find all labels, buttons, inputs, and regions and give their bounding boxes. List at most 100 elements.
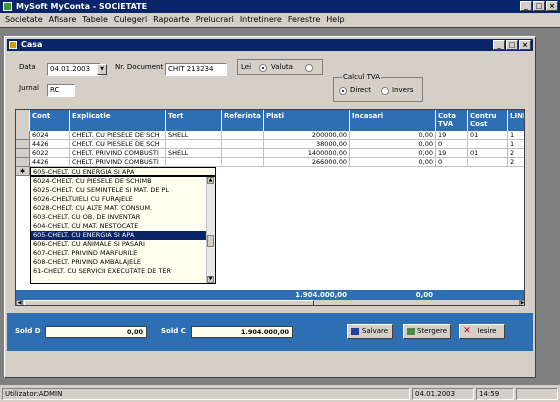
cell-cota-tva[interactable]: 19	[436, 131, 468, 140]
menu-afisare[interactable]: Afisare	[46, 13, 80, 26]
cell-tert[interactable]	[166, 158, 222, 167]
cell-plati[interactable]: 1400000,00	[264, 149, 350, 158]
grid-hscrollbar[interactable]: ◀ ▶	[16, 300, 524, 305]
cell-linie[interactable]: 1	[508, 140, 524, 149]
menu-ferestre[interactable]: Ferestre	[285, 13, 323, 26]
scroll-left-icon[interactable]: ◀	[16, 300, 23, 305]
menu-culegeri[interactable]: Culegeri	[111, 13, 150, 26]
edit-row[interactable]: ✱ 605-CHELT. CU ENERGIA SI APA	[16, 167, 524, 176]
cell-cont[interactable]: 4426	[30, 158, 70, 167]
cell-cont[interactable]: 6022	[30, 149, 70, 158]
cell-referinta[interactable]	[222, 140, 264, 149]
menu-rapoarte[interactable]: Rapoarte	[150, 13, 193, 26]
cell-referinta[interactable]	[222, 131, 264, 140]
iesire-button[interactable]: ✕ Iesire	[459, 324, 505, 339]
cell-incasari[interactable]: 0,00	[350, 158, 436, 167]
cell-incasari[interactable]: 0,00	[350, 140, 436, 149]
cell-explicatie[interactable]: CHELT. PRIVIND COMBUSTI	[70, 149, 166, 158]
dropdown-option[interactable]: 607-CHELT. PRIVIND MARFURILE	[31, 249, 207, 258]
close-button[interactable]: ×	[546, 1, 558, 11]
cell-cota-tva[interactable]: 0	[436, 140, 468, 149]
row-indicator[interactable]	[16, 149, 30, 158]
dropdown-option[interactable]: 61-CHELT. CU SERVICII EXECUTATE DE TER	[31, 267, 207, 276]
header-plati[interactable]: Plati	[264, 110, 350, 131]
minimize-button[interactable]: _	[520, 1, 532, 11]
entries-grid[interactable]: Cont Explicatie Tert Referinta Plati Inc…	[15, 109, 525, 306]
cell-explicatie[interactable]: CHELT. CU PIESELE DE SCH	[70, 131, 166, 140]
cell-centru-cost[interactable]	[468, 158, 508, 167]
cell-centru-cost[interactable]: 01	[468, 131, 508, 140]
cell-incasari[interactable]: 0,00	[350, 131, 436, 140]
salvare-button[interactable]: Salvare	[347, 324, 393, 339]
cell-linie[interactable]: 2	[508, 158, 524, 167]
cont-dropdown-list[interactable]: 6024-CHELT. CU PIESELE DE SCHIMB 6025-CH…	[30, 176, 216, 284]
direct-radio[interactable]	[339, 87, 347, 95]
dropdown-option[interactable]: 6026-CHELTUIELI CU FURAJELE	[31, 195, 207, 204]
cell-tert[interactable]: SHELL	[166, 149, 222, 158]
cell-explicatie[interactable]: CHELT. PRIVIND COMBUSTI	[70, 158, 166, 167]
cell-cota-tva[interactable]: 0	[436, 158, 468, 167]
menu-societate[interactable]: Societate	[2, 13, 46, 26]
scroll-right-icon[interactable]: ▶	[519, 300, 524, 305]
cell-referinta[interactable]	[222, 149, 264, 158]
stergere-button[interactable]: Stergere	[403, 324, 451, 339]
cell-linie[interactable]: 2	[508, 149, 524, 158]
scroll-thumb[interactable]	[207, 235, 214, 247]
row-indicator[interactable]	[16, 140, 30, 149]
table-row[interactable]: 4426 CHELT. PRIVIND COMBUSTI 266000,00 0…	[16, 158, 524, 167]
dropdown-option[interactable]: 6028-CHELT. CU ALTE MAT. CONSUM.	[31, 204, 207, 213]
dropdown-scrollbar[interactable]: ▲ ▼	[206, 177, 215, 283]
row-indicator[interactable]	[16, 131, 30, 140]
cell-plati[interactable]: 200000,00	[264, 131, 350, 140]
cell-tert[interactable]	[166, 140, 222, 149]
dropdown-option-selected[interactable]: 605-CHELT. CU ENERGIA SI APA	[31, 231, 207, 240]
jurnal-field[interactable]: RC	[47, 84, 75, 97]
scroll-up-icon[interactable]: ▲	[207, 177, 214, 184]
cell-plati[interactable]: 38000,00	[264, 140, 350, 149]
table-row[interactable]: 4426 CHELT. CU PIESELE DE SCH 38000,00 0…	[16, 140, 524, 149]
table-row[interactable]: 6024 CHELT. CU PIESELE DE SCH SHELL 2000…	[16, 131, 524, 140]
header-referinta[interactable]: Referinta	[222, 110, 264, 131]
header-cota-tva[interactable]: Cota TVA	[436, 110, 468, 131]
cell-centru-cost[interactable]: 01	[468, 149, 508, 158]
menu-help[interactable]: Help	[323, 13, 347, 26]
header-explicatie[interactable]: Explicatie	[70, 110, 166, 131]
casa-minimize-button[interactable]: _	[493, 40, 505, 50]
cell-cont[interactable]: 4426	[30, 140, 70, 149]
cell-cont[interactable]: 6024	[30, 131, 70, 140]
cell-incasari[interactable]: 0,00	[350, 149, 436, 158]
dropdown-option[interactable]: 608-CHELT. PRIVIND AMBALAJELE	[31, 258, 207, 267]
menu-prelucrari[interactable]: Prelucrari	[193, 13, 237, 26]
maximize-button[interactable]: □	[533, 1, 545, 11]
cell-cota-tva[interactable]: 19	[436, 149, 468, 158]
cell-linie[interactable]: 1	[508, 131, 524, 140]
casa-maximize-button[interactable]: □	[506, 40, 518, 50]
cell-tert[interactable]: SHELL	[166, 131, 222, 140]
dropdown-option[interactable]: 6024-CHELT. CU PIESELE DE SCHIMB	[31, 177, 207, 186]
header-incasari[interactable]: Incasari	[350, 110, 436, 131]
header-linie[interactable]: LINIE	[508, 110, 524, 131]
header-cont[interactable]: Cont	[30, 110, 70, 131]
data-dropdown-button[interactable]: ▼	[97, 64, 107, 75]
valuta-radio[interactable]	[305, 64, 313, 72]
menu-tabele[interactable]: Tabele	[79, 13, 111, 26]
table-row[interactable]: 6022 CHELT. PRIVIND COMBUSTI SHELL 14000…	[16, 149, 524, 158]
cell-plati[interactable]: 266000,00	[264, 158, 350, 167]
row-indicator[interactable]	[16, 158, 30, 167]
dropdown-option[interactable]: 6025-CHELT. CU SEMINTELE SI MAT. DE PL	[31, 186, 207, 195]
scroll-down-icon[interactable]: ▼	[207, 276, 214, 283]
nr-document-field[interactable]: CHIT 213234	[165, 63, 227, 76]
invers-radio[interactable]	[381, 87, 389, 95]
dropdown-option[interactable]: 603-CHELT. CU OB. DE INVENTAR	[31, 213, 207, 222]
row-indicator-current[interactable]: ✱	[16, 167, 30, 176]
cont-combo-input[interactable]: 605-CHELT. CU ENERGIA SI APA	[30, 167, 216, 176]
lei-radio[interactable]	[259, 64, 267, 72]
dropdown-option[interactable]: 606-CHELT. CU ANIMALE SI PASARI	[31, 240, 207, 249]
data-field[interactable]: 04.01.2003	[47, 63, 101, 76]
cell-centru-cost[interactable]	[468, 140, 508, 149]
cell-explicatie[interactable]: CHELT. CU PIESELE DE SCH	[70, 140, 166, 149]
menu-intretinere[interactable]: Intretinere	[237, 13, 285, 26]
header-tert[interactable]: Tert	[166, 110, 222, 131]
casa-close-button[interactable]: ×	[519, 40, 531, 50]
hscroll-thumb[interactable]	[24, 300, 314, 305]
